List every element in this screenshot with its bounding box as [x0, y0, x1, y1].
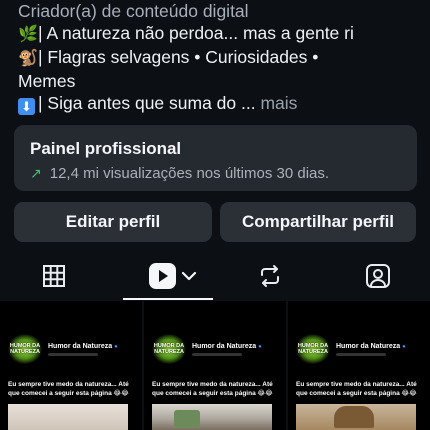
profile-bio: Criador(a) de conteúdo digital 🌿| A natu… [18, 0, 418, 115]
logo-text: HUMOR DA NATUREZA [297, 343, 329, 355]
post-account-name: Humor da Natureza [336, 343, 401, 350]
grid-icon [43, 265, 65, 287]
bio-more-link[interactable]: mais [260, 93, 297, 113]
tagged-icon [366, 264, 390, 288]
bio-text-2: | Flagras selvagens • Curiosidades • [38, 47, 319, 67]
post-media-image [8, 404, 128, 430]
page-logo-icon: HUMOR DA NATUREZA [8, 334, 42, 364]
post-account: Humor da Natureza ● [192, 343, 262, 350]
share-profile-button[interactable]: Compartilhar perfil [220, 202, 416, 242]
profile-category: Criador(a) de conteúdo digital [18, 1, 249, 21]
trend-up-icon: ↗ [30, 165, 42, 181]
page-logo-icon: HUMOR DA NATUREZA [152, 334, 186, 364]
down-arrow-emoji-icon: ⬇ [18, 98, 35, 115]
verified-badge-icon: ● [402, 344, 406, 350]
post-handle-placeholder [48, 353, 98, 356]
reel-thumbnail[interactable]: HUMOR DA NATUREZA Humor da Natureza ● Eu… [288, 301, 430, 430]
logo-text: HUMOR DA NATUREZA [9, 343, 41, 355]
bio-text-1: | A natureza não perdoa... mas a gente r… [38, 23, 354, 43]
post-handle-placeholder [336, 353, 386, 356]
profile-tabs [0, 252, 430, 300]
post-account: Humor da Natureza ● [336, 343, 406, 350]
reposts-icon [261, 265, 279, 287]
tab-reposts[interactable] [250, 258, 290, 294]
post-caption: Eu sempre tive medo da natureza... Até q… [296, 381, 417, 397]
post-caption: Eu sempre tive medo da natureza... Até q… [152, 381, 273, 397]
bio-line-1: 🌿| A natureza não perdoa... mas a gente … [18, 22, 418, 46]
dashboard-title: Painel profissional [30, 139, 182, 158]
verified-badge-icon: ● [114, 344, 118, 350]
post-account-name: Humor da Natureza [192, 343, 257, 350]
post-caption: Eu sempre tive medo da natureza... Até q… [8, 381, 129, 397]
professional-dashboard[interactable]: Painel profissional ↗ 12,4 mi visualizaç… [14, 125, 417, 191]
post-media-image [152, 404, 272, 430]
active-tab-indicator [123, 298, 213, 300]
dashboard-stats: ↗ 12,4 mi visualizações nos últimos 30 d… [30, 165, 401, 182]
post-handle-placeholder [192, 353, 242, 356]
reel-thumbnail[interactable]: HUMOR DA NATUREZA Humor da Natureza ● Eu… [144, 301, 286, 430]
bio-line-3: Memes [18, 71, 76, 91]
tab-reels[interactable] [143, 258, 203, 294]
dashboard-stats-text: 12,4 mi visualizações nos últimos 30 dia… [49, 165, 330, 182]
bio-line-2: 🐒| Flagras selvagens • Curiosidades • [18, 46, 418, 70]
leaf-emoji-icon: 🌿 [18, 26, 38, 43]
bio-line-4: ⬇ | Siga antes que suma do ... mais [18, 92, 418, 115]
post-media-image [296, 404, 416, 430]
tab-grid[interactable] [34, 258, 74, 294]
page-logo-icon: HUMOR DA NATUREZA [296, 334, 330, 364]
verified-badge-icon: ● [258, 344, 262, 350]
edit-profile-button[interactable]: Editar perfil [14, 202, 212, 242]
post-account-name: Humor da Natureza [48, 343, 113, 350]
reels-icon [149, 263, 197, 289]
tab-tagged[interactable] [358, 258, 398, 294]
bio-text-4: | Siga antes que suma do ... [38, 93, 256, 113]
logo-text: HUMOR DA NATUREZA [153, 343, 185, 355]
post-account: Humor da Natureza ● [48, 343, 118, 350]
reel-thumbnail[interactable]: HUMOR DA NATUREZA Humor da Natureza ● Eu… [0, 301, 142, 430]
reels-grid: HUMOR DA NATUREZA Humor da Natureza ● Eu… [0, 301, 430, 430]
monkey-emoji-icon: 🐒 [18, 50, 38, 67]
